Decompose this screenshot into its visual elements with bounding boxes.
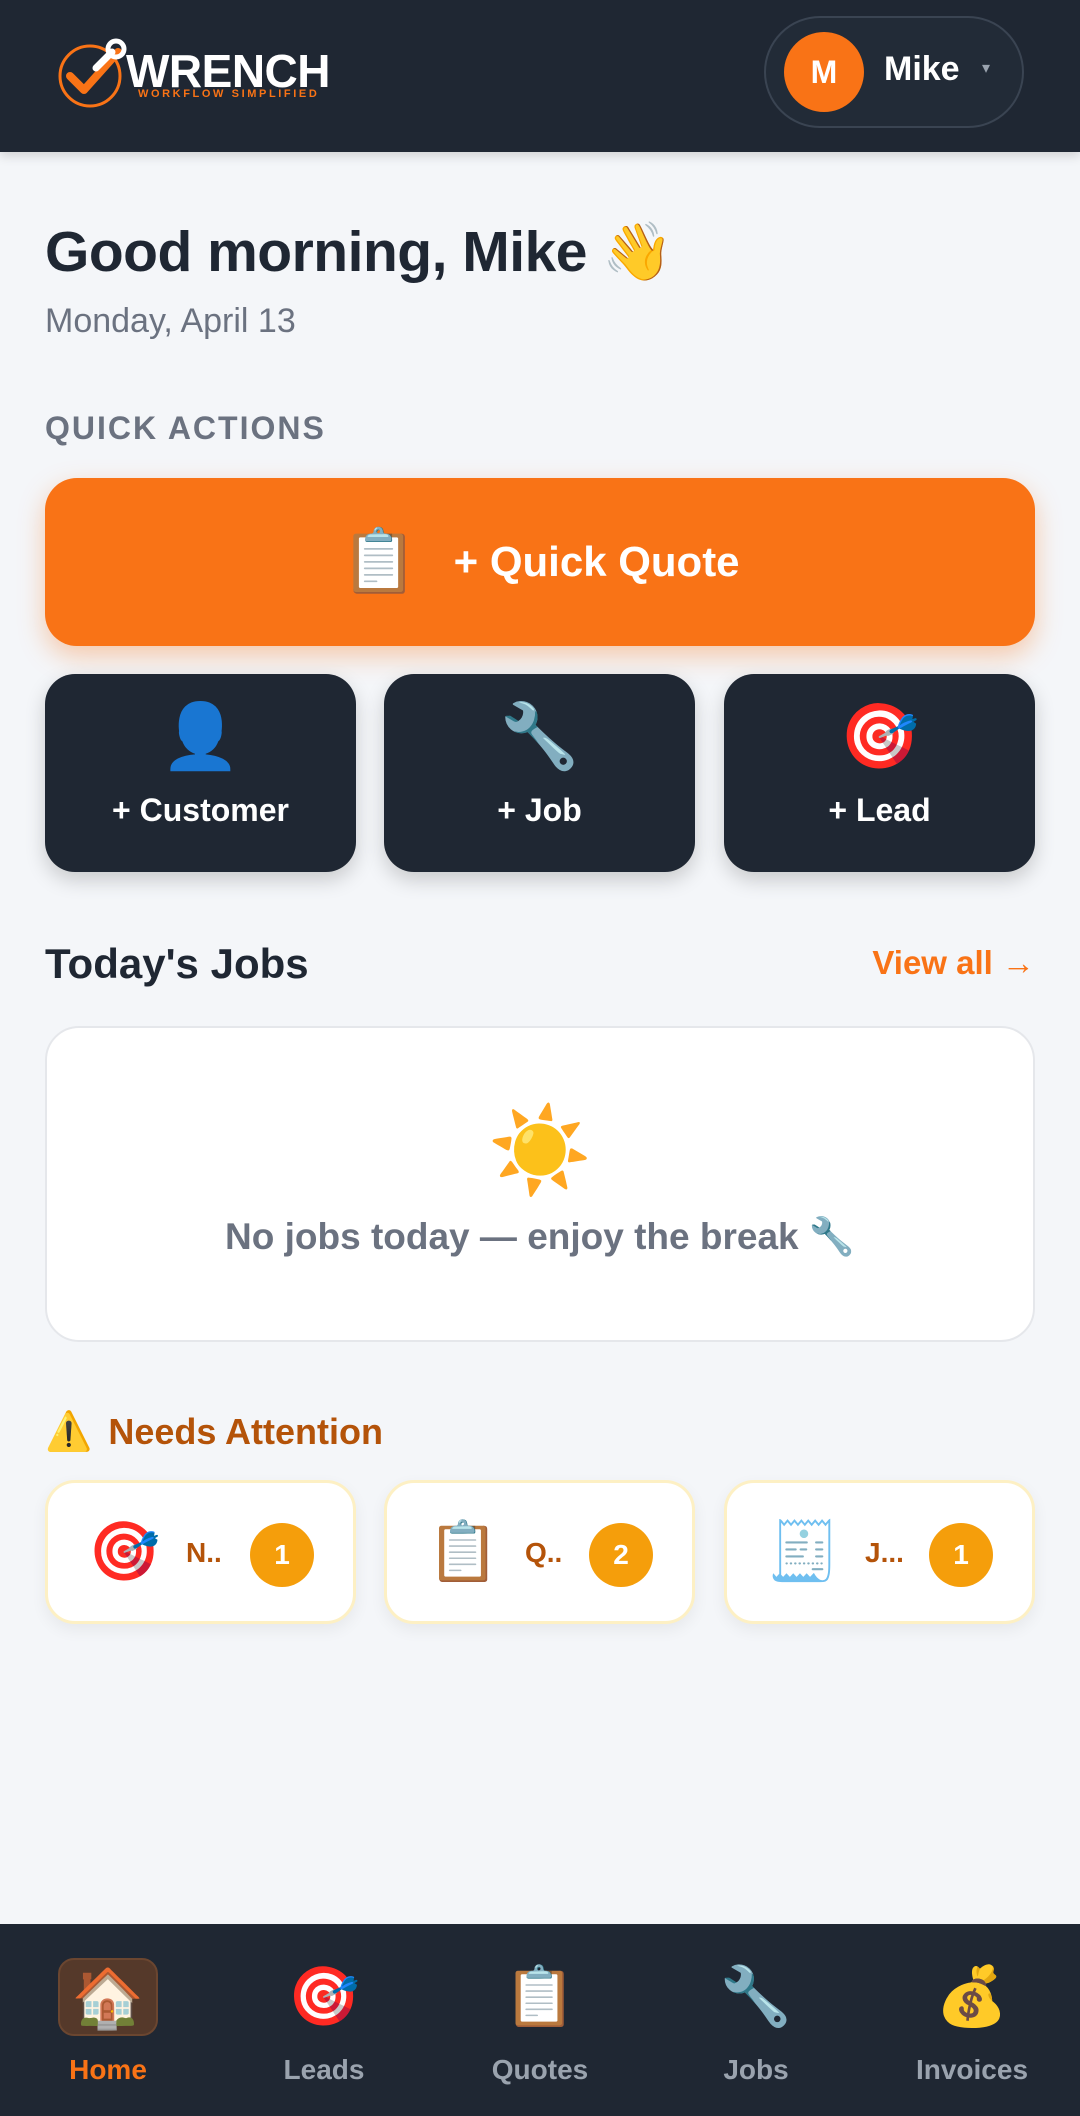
- wrench-icon: 🔧: [719, 1964, 793, 2029]
- quick-quote-button[interactable]: 📋 + Quick Quote: [45, 478, 1035, 646]
- receipt-icon: 🧾: [767, 1519, 840, 1584]
- quick-quote-label: + Quick Quote: [453, 538, 740, 585]
- clipboard-icon: 📋: [340, 527, 418, 596]
- nav-item-home[interactable]: 🏠 Home: [0, 1924, 216, 2116]
- attention-card-jobs[interactable]: 🧾 J... 1: [724, 1480, 1035, 1624]
- add-job-label: + Job: [497, 792, 582, 828]
- greeting-title: Good morning, Mike 👋: [45, 220, 673, 284]
- warning-icon: ⚠️: [45, 1411, 93, 1453]
- brand-tagline: WORKFLOW SIMPLIFIED: [138, 88, 320, 100]
- user-menu-button[interactable]: M Mike ▾: [764, 16, 1024, 128]
- target-icon: 🎯: [839, 700, 920, 772]
- nav-label: Invoices: [915, 2054, 1029, 2085]
- count-badge: 2: [589, 1523, 653, 1587]
- nav-label: Home: [69, 2054, 147, 2085]
- nav-item-quotes[interactable]: 📋 Quotes: [432, 1924, 648, 2116]
- wrench-logo[interactable]: WRENCH WORKFLOW SIMPLIFIED: [56, 38, 336, 112]
- house-icon: 🏠: [71, 1966, 145, 2031]
- greeting-date: Monday, April 13: [45, 302, 296, 340]
- count-badge: 1: [929, 1523, 993, 1587]
- nav-item-jobs[interactable]: 🔧 Jobs: [648, 1924, 864, 2116]
- attention-label: N..: [186, 1537, 222, 1568]
- needs-attention-title: Needs Attention: [108, 1411, 384, 1452]
- wrench-icon: 🔧: [499, 700, 580, 772]
- home-screen: WRENCH WORKFLOW SIMPLIFIED M Mike ▾ Good…: [0, 0, 1080, 2116]
- app-header: WRENCH WORKFLOW SIMPLIFIED M Mike ▾: [0, 0, 1080, 152]
- add-job-button[interactable]: 🔧 + Job: [384, 674, 695, 872]
- empty-jobs-message: No jobs today — enjoy the break 🔧: [225, 1216, 855, 1257]
- nav-item-invoices[interactable]: 💰 Invoices: [864, 1924, 1080, 2116]
- add-lead-label: + Lead: [828, 792, 931, 828]
- avatar: M: [784, 32, 864, 112]
- attention-card-quotes[interactable]: 📋 Q.. 2: [384, 1480, 695, 1624]
- todays-jobs-title: Today's Jobs: [45, 940, 309, 987]
- todays-jobs-card: ☀️ No jobs today — enjoy the break 🔧: [45, 1026, 1035, 1342]
- nav-label: Quotes: [491, 2054, 589, 2085]
- chevron-down-icon: ▾: [982, 60, 991, 77]
- clipboard-icon: 📋: [503, 1964, 577, 2029]
- clipboard-icon: 📋: [427, 1519, 500, 1584]
- target-icon: 🎯: [287, 1964, 361, 2029]
- nav-label: Jobs: [723, 2054, 789, 2085]
- count-badge: 1: [250, 1523, 314, 1587]
- attention-label: Q..: [525, 1537, 563, 1568]
- money-bag-icon: 💰: [935, 1964, 1009, 2029]
- attention-label: J...: [865, 1537, 904, 1568]
- wrench-check-icon: [58, 38, 127, 108]
- person-icon: 👤: [160, 700, 241, 772]
- bottom-nav: 🏠 Home 🎯 Leads 📋 Quotes 🔧 Jobs 💰 Invoice…: [0, 1924, 1080, 2116]
- user-name: Mike: [884, 50, 960, 88]
- nav-item-leads[interactable]: 🎯 Leads: [216, 1924, 432, 2116]
- needs-attention-heading: ⚠️ Needs Attention: [45, 1410, 383, 1454]
- add-lead-button[interactable]: 🎯 + Lead: [724, 674, 1035, 872]
- quick-actions-label: QUICK ACTIONS: [45, 410, 326, 446]
- target-icon: 🎯: [88, 1519, 161, 1584]
- view-all-jobs-link[interactable]: View all →: [872, 944, 1035, 982]
- sun-icon: ☀️: [487, 1103, 593, 1197]
- nav-label: Leads: [283, 2054, 365, 2085]
- add-customer-label: + Customer: [112, 792, 289, 828]
- add-customer-button[interactable]: 👤 + Customer: [45, 674, 356, 872]
- attention-card-leads[interactable]: 🎯 N.. 1: [45, 1480, 356, 1624]
